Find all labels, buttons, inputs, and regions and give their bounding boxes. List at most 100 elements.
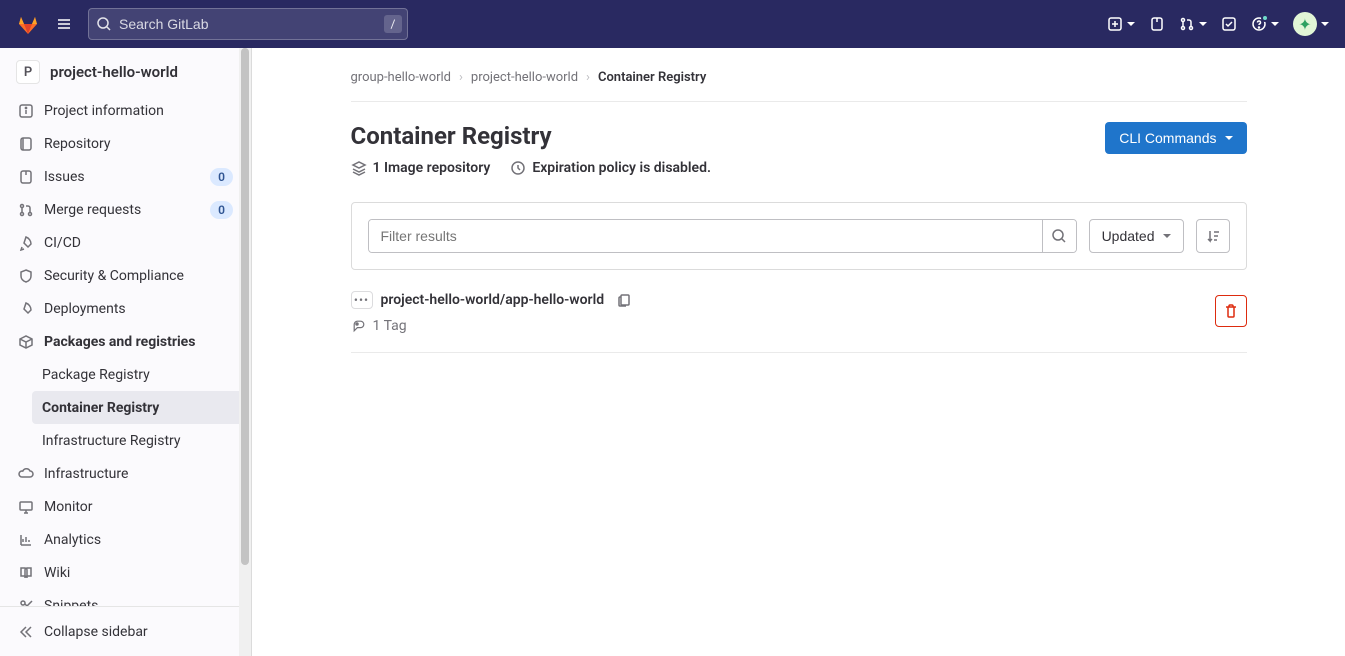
merge-requests-shortcut-button[interactable] — [1179, 16, 1207, 32]
sidebar-item-label: Repository — [44, 136, 233, 152]
sidebar-subitem-package-registry[interactable]: Package Registry — [32, 358, 243, 391]
expiration-text: Expiration policy is disabled. — [532, 160, 711, 176]
sidebar-scroll-thumb[interactable] — [241, 48, 249, 565]
sidebar: P project-hello-world Project informatio… — [0, 48, 252, 656]
sidebar-item-analytics[interactable]: Analytics — [8, 523, 243, 556]
merge-request-icon — [18, 202, 34, 218]
sidebar-item-project-information[interactable]: Project information — [8, 94, 243, 127]
sidebar-item-label: Snippets — [44, 598, 233, 607]
issues-icon — [1149, 16, 1165, 32]
sidebar-item-label: Deployments — [44, 301, 233, 317]
chevron-down-icon — [1163, 234, 1171, 238]
sidebar-item-deployments[interactable]: Deployments — [8, 292, 243, 325]
sidebar-item-merge-requests[interactable]: Merge requests 0 — [8, 193, 243, 226]
sidebar-item-wiki[interactable]: Wiki — [8, 556, 243, 589]
sidebar-item-issues[interactable]: Issues 0 — [8, 160, 243, 193]
filter-search-button[interactable] — [1042, 220, 1076, 252]
repository-icon — [18, 136, 34, 152]
rocket-icon — [18, 235, 34, 251]
copy-path-button[interactable] — [612, 288, 636, 312]
count-badge: 0 — [210, 168, 233, 186]
sidebar-subitem-container-registry[interactable]: Container Registry — [32, 391, 243, 424]
breadcrumb-item[interactable]: project-hello-world — [471, 70, 578, 85]
image-repository-row: ••• project-hello-world/app-hello-world … — [351, 270, 1247, 353]
sidebar-item-label: Packages and registries — [44, 334, 233, 350]
sidebar-item-label: Security & Compliance — [44, 268, 233, 284]
search-input[interactable] — [88, 8, 408, 40]
sidebar-item-label: Wiki — [44, 565, 233, 581]
help-icon — [1251, 16, 1267, 32]
sidebar-item-security[interactable]: Security & Compliance — [8, 259, 243, 292]
page-meta: 1 Image repository Expiration policy is … — [351, 160, 711, 176]
sidebar-item-label: Issues — [44, 169, 200, 185]
issues-icon — [18, 169, 34, 185]
sidebar-item-label: Project information — [44, 103, 233, 119]
sidebar-item-monitor[interactable]: Monitor — [8, 490, 243, 523]
main-content: group-hello-world › project-hello-world … — [252, 48, 1345, 656]
chevrons-left-icon — [18, 624, 34, 640]
new-menu-button[interactable] — [1107, 16, 1135, 32]
todo-icon — [1221, 16, 1237, 32]
sidebar-item-label: Infrastructure Registry — [42, 433, 181, 449]
trash-icon — [1223, 303, 1239, 319]
chevron-down-icon — [1199, 22, 1207, 26]
sidebar-item-label: Collapse sidebar — [44, 624, 233, 640]
sort-direction-button[interactable] — [1196, 219, 1230, 253]
button-label: CLI Commands — [1119, 130, 1216, 146]
filter-bar: Updated — [351, 202, 1247, 270]
deploy-icon — [18, 301, 34, 317]
todos-button[interactable] — [1221, 16, 1237, 32]
sidebar-item-label: Package Registry — [42, 367, 150, 383]
shield-icon — [18, 268, 34, 284]
delete-repo-button[interactable] — [1215, 295, 1247, 327]
sidebar-subitem-infrastructure-registry[interactable]: Infrastructure Registry — [32, 424, 243, 457]
sort-desc-icon — [1205, 228, 1221, 244]
sidebar-project-header[interactable]: P project-hello-world — [0, 48, 251, 94]
chevron-down-icon — [1271, 22, 1279, 26]
page-title: Container Registry — [351, 122, 711, 150]
filter-input[interactable] — [369, 220, 1042, 252]
cloud-gear-icon — [18, 466, 34, 482]
sort-dropdown-button[interactable]: Updated — [1089, 219, 1184, 253]
topbar-right — [1107, 12, 1329, 36]
chevron-right-icon: › — [459, 70, 463, 85]
collapse-sidebar-button[interactable]: Collapse sidebar — [8, 615, 243, 648]
sort-label: Updated — [1102, 228, 1155, 244]
sidebar-item-cicd[interactable]: CI/CD — [8, 226, 243, 259]
avatar — [1293, 12, 1317, 36]
chevron-right-icon: › — [586, 70, 590, 85]
chart-icon — [18, 532, 34, 548]
cli-commands-button[interactable]: CLI Commands — [1105, 122, 1246, 154]
breadcrumb: group-hello-world › project-hello-world … — [351, 64, 1247, 102]
book-icon — [18, 565, 34, 581]
sidebar-item-label: Container Registry — [42, 400, 159, 416]
monitor-icon — [18, 499, 34, 515]
filter-input-group — [368, 219, 1077, 253]
search-wrap: / — [88, 8, 408, 40]
project-name: project-hello-world — [50, 63, 178, 81]
help-menu-button[interactable] — [1251, 16, 1279, 32]
breadcrumb-item[interactable]: group-hello-world — [351, 70, 452, 85]
new-indicator-dot — [1261, 14, 1269, 22]
chevron-down-icon — [1127, 22, 1135, 26]
sidebar-item-label: Infrastructure — [44, 466, 233, 482]
tag-icon — [351, 318, 367, 334]
sidebar-item-repository[interactable]: Repository — [8, 127, 243, 160]
path-truncation-badge[interactable]: ••• — [351, 291, 373, 309]
clock-icon — [510, 160, 526, 176]
tag-count-text: 1 Tag — [373, 318, 407, 334]
sidebar-item-packages-registries[interactable]: Packages and registries — [8, 325, 243, 358]
hamburger-menu[interactable] — [48, 8, 80, 40]
user-menu-button[interactable] — [1293, 12, 1329, 36]
topbar: / — [0, 0, 1345, 48]
sidebar-item-snippets[interactable]: Snippets — [8, 589, 243, 606]
sidebar-scrollbar[interactable] — [239, 48, 251, 656]
repo-count-text: 1 Image repository — [373, 160, 491, 176]
info-icon — [18, 103, 34, 119]
layers-icon — [351, 160, 367, 176]
repo-name-link[interactable]: project-hello-world/app-hello-world — [381, 292, 605, 308]
sidebar-item-infrastructure[interactable]: Infrastructure — [8, 457, 243, 490]
issues-shortcut-button[interactable] — [1149, 16, 1165, 32]
gitlab-logo[interactable] — [16, 12, 40, 36]
merge-request-icon — [1179, 16, 1195, 32]
